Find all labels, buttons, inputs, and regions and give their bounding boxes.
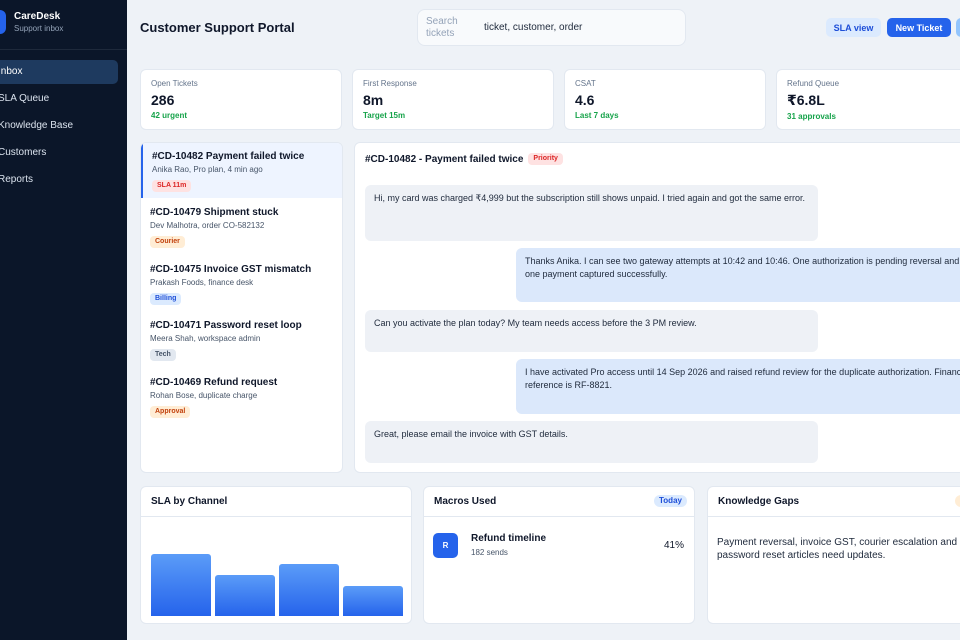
ticket-title: #CD-10469 Refund request <box>150 377 278 388</box>
card-title: SLA by Channel <box>151 496 228 507</box>
today-badge: Today <box>654 495 687 507</box>
stat-card-open-tickets: Open Tickets 286 42 urgent <box>140 69 342 130</box>
message-customer: Great, please email the invoice with GST… <box>365 421 818 463</box>
ticket-item[interactable]: #CD-10482 Payment failed twice Anika Rao… <box>141 143 342 198</box>
message-agent: Thanks Anika. I can see two gateway atte… <box>516 248 960 302</box>
conversation-header: #CD-10482 - Payment failed twice Priorit… <box>365 153 563 165</box>
stat-card-first-response: First Response 8m Target 15m <box>352 69 554 130</box>
search-value: ticket, customer, order <box>484 22 583 33</box>
sla-by-channel-card: SLA by Channel <box>140 486 412 624</box>
ticket-meta: Meera Shah, workspace admin <box>150 334 261 343</box>
stat-sub: Last 7 days <box>575 111 619 120</box>
macro-name[interactable]: Refund timeline <box>471 533 546 544</box>
ticket-meta: Dev Malhotra, order CO-582132 <box>150 221 265 230</box>
sla-bar <box>215 575 275 616</box>
stat-value: 286 <box>151 92 175 108</box>
ticket-tag: Approval <box>150 406 191 418</box>
brand-text: CareDesk Support inbox <box>14 10 63 34</box>
message-customer: Hi, my card was charged ₹4,999 but the s… <box>365 185 818 241</box>
stat-card-csat: CSAT 4.6 Last 7 days <box>564 69 766 130</box>
ticket-meta: Prakash Foods, finance desk <box>150 278 254 287</box>
stat-card-refund-queue: Refund Queue ₹6.8L 31 approvals <box>776 69 960 130</box>
sidebar-item-knowledge-base[interactable]: Knowledge Base <box>0 114 118 138</box>
brand-subtitle: Support inbox <box>14 24 64 33</box>
more-button[interactable] <box>956 18 960 37</box>
ticket-list: #CD-10482 Payment failed twice Anika Rao… <box>140 142 343 473</box>
ticket-title: #CD-10471 Password reset loop <box>150 320 302 331</box>
card-title: Macros Used <box>434 496 497 507</box>
sla-bar <box>151 554 211 616</box>
sidebar-item-sla-queue[interactable]: SLA Queue <box>0 87 118 111</box>
sidebar-nav: Inbox SLA Queue Knowledge Base Customers… <box>0 60 118 195</box>
search-input[interactable]: Search tickets ticket, customer, order <box>417 9 686 46</box>
stat-value: 4.6 <box>575 92 595 108</box>
message-agent: I have activated Pro access until 14 Sep… <box>516 359 960 414</box>
stat-label: Refund Queue <box>787 79 840 88</box>
stat-value: ₹6.8L <box>787 92 825 108</box>
ticket-tag: Courier <box>150 236 185 248</box>
ticket-item[interactable]: #CD-10475 Invoice GST mismatch Prakash F… <box>141 256 342 311</box>
gaps-badge <box>955 495 960 507</box>
ticket-title: #CD-10482 Payment failed twice <box>152 151 305 162</box>
divider <box>0 49 127 50</box>
sidebar-item-reports[interactable]: Reports <box>0 168 118 192</box>
sidebar-item-inbox[interactable]: Inbox <box>0 60 118 84</box>
macros-used-card: Macros Used <box>423 486 695 624</box>
page-title: Customer Support Portal <box>140 20 295 35</box>
divider <box>424 516 694 517</box>
ticket-meta: Rohan Bose, duplicate charge <box>150 391 258 400</box>
ticket-item[interactable]: #CD-10469 Refund request Rohan Bose, dup… <box>141 369 342 424</box>
ticket-tag: Tech <box>150 349 176 361</box>
message-customer: Can you activate the plan today? My team… <box>365 310 818 352</box>
brand-logo-icon <box>0 10 6 34</box>
stat-label: CSAT <box>575 79 596 88</box>
ticket-tag: SLA 11m <box>152 180 192 192</box>
knowledge-gaps-text: Payment reversal, invoice GST, courier e… <box>717 537 958 561</box>
macro-avatar: R <box>433 533 458 558</box>
card-title: Knowledge Gaps <box>718 496 800 507</box>
ticket-title: #CD-10479 Shipment stuck <box>150 207 279 218</box>
ticket-tag: Billing <box>150 293 182 305</box>
sidebar: CareDesk Support inbox Inbox SLA Queue K… <box>0 0 127 640</box>
new-ticket-button[interactable]: New Ticket <box>887 18 951 37</box>
brand-name: CareDesk <box>14 11 61 22</box>
sidebar-item-customers[interactable]: Customers <box>0 141 118 165</box>
brand: CareDesk Support inbox <box>0 10 63 34</box>
divider <box>708 516 960 517</box>
sla-bar <box>343 586 403 616</box>
ticket-title: #CD-10475 Invoice GST mismatch <box>150 264 312 275</box>
macro-sends: 182 sends <box>471 548 508 557</box>
stat-sub: 31 approvals <box>787 112 836 121</box>
priority-badge: Priority <box>528 153 563 165</box>
conversation-title: #CD-10482 - Payment failed twice <box>365 153 524 165</box>
stat-label: First Response <box>363 79 417 88</box>
stat-value: 8m <box>363 92 384 108</box>
search-label: Search tickets <box>426 16 458 39</box>
ticket-meta: Anika Rao, Pro plan, 4 min ago <box>152 165 263 174</box>
conversation-panel: #CD-10482 - Payment failed twice Priorit… <box>354 142 960 473</box>
divider <box>141 516 411 517</box>
ticket-item[interactable]: #CD-10471 Password reset loop Meera Shah… <box>141 312 342 367</box>
sla-bar <box>279 564 339 616</box>
macro-percent: 41% <box>664 540 685 551</box>
stat-sub: 42 urgent <box>151 111 188 120</box>
ticket-item[interactable]: #CD-10479 Shipment stuck Dev Malhotra, o… <box>141 199 342 254</box>
stat-sub: Target 15m <box>363 111 406 120</box>
stat-label: Open Tickets <box>151 79 198 88</box>
sla-view-button[interactable]: SLA view <box>826 18 881 37</box>
